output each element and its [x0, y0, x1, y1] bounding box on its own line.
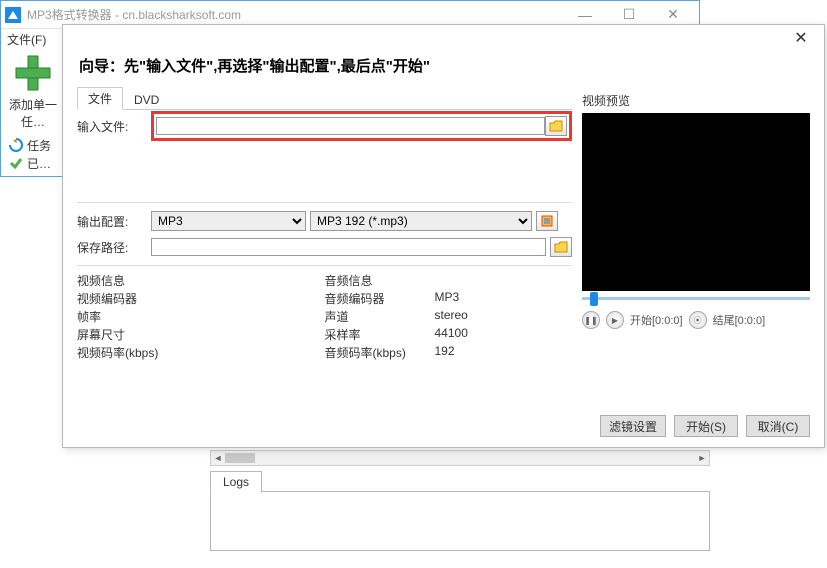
output-config-row: 输出配置: MP3 MP3 192 (*.mp3)	[77, 209, 572, 233]
folder-open-icon	[554, 241, 568, 253]
output-config-label: 输出配置:	[77, 213, 147, 230]
browse-save-button[interactable]	[550, 237, 572, 257]
start-button[interactable]: 开始(S)	[674, 415, 738, 437]
left-panel: 文件 DVD 输入文件: 输出配置: MP3 MP3 192 (*.mp3)	[77, 88, 572, 362]
format-dropdown[interactable]: MP3	[151, 211, 306, 231]
audio-codec-label: 音频编码器	[325, 290, 435, 308]
window-title: MP3格式转换器 - cn.blacksharksoft.com	[27, 6, 563, 23]
wizard-dialog: ✕ 向导：先"输入文件",再选择"输出配置",最后点"开始" 文件 DVD 输入…	[62, 24, 825, 448]
tab-file[interactable]: 文件	[77, 87, 123, 110]
app-icon	[5, 7, 21, 23]
mark-button[interactable]: ⦿	[689, 311, 707, 329]
audio-bitrate-value: 192	[435, 344, 455, 362]
time-end: 结尾[0:0:0]	[713, 312, 766, 328]
scroll-right-arrow[interactable]: ►	[695, 451, 709, 465]
right-panel: 视频预览 ❚❚ ▶ 开始[0:0:0] ⦿ 结尾[0:0:0]	[582, 88, 810, 362]
channel-label: 声道	[325, 308, 435, 326]
pause-button[interactable]: ❚❚	[582, 311, 600, 329]
horizontal-scrollbar[interactable]: ◄ ►	[210, 450, 710, 466]
input-file-row: 输入文件:	[77, 114, 572, 138]
save-path-label: 保存路径:	[77, 239, 147, 256]
input-file-label: 输入文件:	[77, 118, 147, 135]
audio-bitrate-label: 音频码率(kbps)	[325, 344, 435, 362]
fps-label: 帧率	[77, 308, 187, 326]
save-path-row: 保存路径:	[77, 235, 572, 259]
folder-open-icon	[549, 120, 563, 132]
player-slider[interactable]	[582, 291, 810, 305]
save-path-field[interactable]	[151, 238, 546, 256]
browse-input-button[interactable]	[545, 116, 567, 136]
check-icon	[9, 156, 23, 170]
wizard-heading: 向导：先"输入文件",再选择"输出配置",最后点"开始"	[63, 51, 824, 88]
recycle-icon	[9, 138, 23, 152]
cancel-button[interactable]: 取消(C)	[746, 415, 810, 437]
media-info: 视频信息 视频编码器 帧率 屏幕尺寸 视频码率(kbps) 音频信息 音频编码器…	[77, 272, 572, 362]
wizard-titlebar: ✕	[63, 25, 824, 51]
tab-dvd[interactable]: DVD	[123, 90, 170, 109]
logs-tab[interactable]: Logs	[210, 471, 262, 493]
wizard-footer: 滤镜设置 开始(S) 取消(C)	[600, 415, 810, 437]
input-file-field[interactable]	[156, 117, 545, 135]
close-icon[interactable]: ✕	[786, 28, 816, 48]
logs-tabstrip: Logs	[210, 470, 710, 492]
screen-size-label: 屏幕尺寸	[77, 326, 187, 344]
player-controls: ❚❚ ▶ 开始[0:0:0] ⦿ 结尾[0:0:0]	[582, 311, 810, 329]
profile-settings-button[interactable]	[536, 211, 558, 231]
logs-panel	[210, 491, 710, 551]
audio-info-heading: 音频信息	[325, 272, 435, 290]
source-tabs: 文件 DVD	[77, 88, 572, 110]
audio-codec-value: MP3	[435, 290, 460, 308]
scroll-left-arrow[interactable]: ◄	[211, 451, 225, 465]
sample-rate-label: 采样率	[325, 326, 435, 344]
time-start: 开始[0:0:0]	[630, 312, 683, 328]
profile-dropdown[interactable]: MP3 192 (*.mp3)	[310, 211, 532, 231]
video-bitrate-label: 视频码率(kbps)	[77, 344, 187, 362]
scrollbar-thumb[interactable]	[225, 453, 255, 463]
preview-label: 视频预览	[582, 88, 810, 113]
bottom-area: ◄ ► Logs	[210, 450, 710, 551]
player-slider-thumb[interactable]	[590, 292, 598, 306]
add-single-task-button[interactable]: 添加单一任…	[7, 53, 59, 130]
filter-settings-button[interactable]: 滤镜设置	[600, 415, 666, 437]
input-file-highlight	[151, 111, 572, 141]
plus-icon	[13, 53, 53, 93]
channel-value: stereo	[435, 308, 468, 326]
video-codec-label: 视频编码器	[77, 290, 187, 308]
video-preview	[582, 113, 810, 291]
profile-icon	[540, 214, 554, 228]
sample-rate-value: 44100	[435, 326, 468, 344]
play-button[interactable]: ▶	[606, 311, 624, 329]
video-info-heading: 视频信息	[77, 272, 187, 290]
